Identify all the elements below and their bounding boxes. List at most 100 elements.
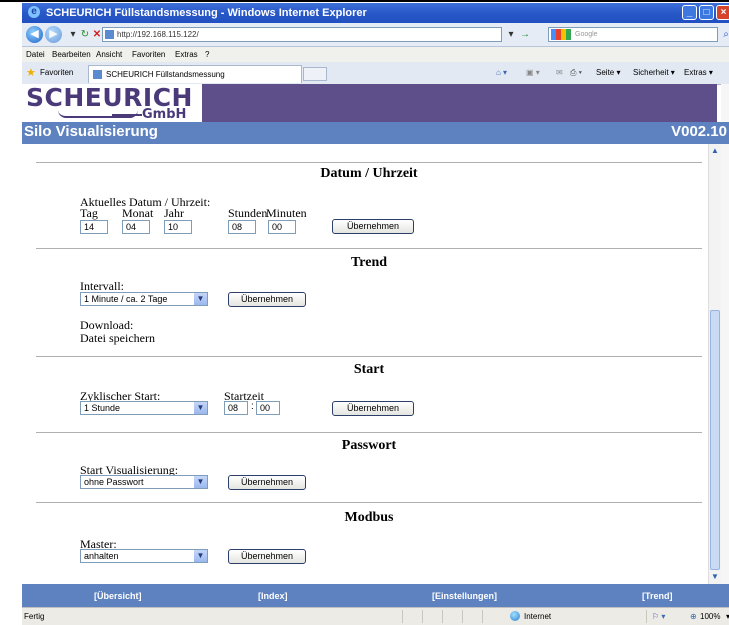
- zoom-icon: ⊕: [690, 612, 697, 621]
- status-separator: [462, 610, 463, 623]
- password-apply-button[interactable]: Übernehmen: [228, 475, 306, 490]
- safety-menu-label: Sicherheit: [633, 68, 669, 77]
- divider: [36, 502, 702, 503]
- status-separator: [482, 610, 483, 623]
- home-icon[interactable]: ⌂ ▾: [496, 68, 507, 77]
- mail-icon[interactable]: ✉: [556, 68, 563, 77]
- modbus-master-select[interactable]: anhalten ▼: [80, 549, 208, 563]
- window-title: SCHEURICH Füllstandsmessung - Windows In…: [46, 7, 367, 19]
- page-menu-label: Seite: [596, 68, 615, 77]
- print-icon[interactable]: ⎙ ▾: [570, 68, 582, 78]
- menu-favoriten[interactable]: Favoriten: [132, 50, 165, 59]
- favorites-button[interactable]: Favoriten: [40, 68, 73, 77]
- menu-bar: Datei Bearbeiten Ansicht Favoriten Extra…: [22, 47, 729, 62]
- address-dropdown-icon[interactable]: ▾: [504, 28, 518, 42]
- safety-menu[interactable]: Sicherheit ▾: [633, 68, 675, 77]
- section-heading-modbus: Modbus: [344, 510, 394, 525]
- download-link[interactable]: Datei speichern: [80, 331, 155, 346]
- section-heading-passwort: Passwort: [341, 438, 397, 453]
- cyclic-start-value: 1 Stunde: [84, 403, 121, 413]
- interval-value: 1 Minute / ca. 2 Tage: [84, 294, 168, 304]
- content-scrollbar[interactable]: ▲ ▼: [708, 144, 721, 584]
- tag-input[interactable]: 14: [80, 220, 108, 234]
- monat-label: Monat: [122, 206, 154, 220]
- company-logo: SCHEURICH GmbH: [22, 83, 202, 122]
- go-icon[interactable]: →: [518, 28, 532, 42]
- chevron-down-icon: ▼: [194, 402, 207, 414]
- zoom-level[interactable]: 100%: [700, 612, 720, 621]
- divider: [36, 162, 702, 163]
- menu-extras[interactable]: Extras: [175, 50, 198, 59]
- globe-icon: [510, 611, 520, 621]
- password-select[interactable]: ohne Passwort ▼: [80, 475, 208, 489]
- ie-logo-icon: e: [28, 6, 40, 18]
- interval-select[interactable]: 1 Minute / ca. 2 Tage ▼: [80, 292, 208, 306]
- top-border: [0, 0, 729, 2]
- status-separator: [422, 610, 423, 623]
- minuten-input[interactable]: 00: [268, 220, 296, 234]
- logo-line: [112, 114, 142, 116]
- footer-link-settings[interactable]: [Einstellungen]: [432, 591, 497, 601]
- search-icon[interactable]: ⌕: [719, 28, 729, 42]
- maximize-button[interactable]: □: [699, 5, 714, 20]
- address-toolbar: ◀ ▶ ▾ ↻ ✕ http://192.168.115.122/ ▾ → Go…: [22, 23, 729, 47]
- close-button[interactable]: ×: [716, 5, 729, 20]
- minimize-button[interactable]: _: [682, 5, 697, 20]
- cyclic-start-select[interactable]: 1 Stunde ▼: [80, 401, 208, 415]
- time-separator: :: [251, 401, 254, 412]
- scroll-down-icon[interactable]: ▼: [709, 572, 721, 582]
- menu-help[interactable]: ?: [205, 50, 209, 59]
- search-input[interactable]: Google: [548, 27, 718, 42]
- status-bar: Fertig Internet ⚐ ▾ ⊕ 100% ▾: [22, 607, 729, 625]
- favorites-star-icon[interactable]: ★: [26, 66, 36, 79]
- new-tab-button[interactable]: [303, 67, 327, 81]
- window-titlebar: e SCHEURICH Füllstandsmessung - Windows …: [22, 3, 729, 23]
- chevron-down-icon: ▼: [194, 293, 207, 305]
- tools-menu[interactable]: Extras ▾: [684, 68, 713, 77]
- favorites-bar: ★ Favoriten SCHEURICH Füllstandsmessung …: [22, 62, 729, 85]
- start-minutes-input[interactable]: 00: [256, 401, 280, 415]
- google-logo-icon: [551, 29, 571, 40]
- status-separator: [402, 610, 403, 623]
- divider: [36, 432, 702, 433]
- trend-apply-button[interactable]: Übernehmen: [228, 292, 306, 307]
- tab-title: SCHEURICH Füllstandsmessung: [106, 70, 225, 79]
- start-hours-input[interactable]: 08: [224, 401, 248, 415]
- footer-link-index[interactable]: [Index]: [258, 591, 288, 601]
- datum-apply-button[interactable]: Übernehmen: [332, 219, 414, 234]
- footer-link-trend[interactable]: [Trend]: [642, 591, 673, 601]
- start-apply-button[interactable]: Übernehmen: [332, 401, 414, 416]
- outer-scrollbar[interactable]: [721, 84, 729, 584]
- page-title-bar: Silo Visualisierung V002.10: [22, 122, 729, 144]
- minuten-label: Minuten: [266, 206, 307, 220]
- page-icon: [105, 30, 114, 39]
- scroll-thumb[interactable]: [710, 310, 720, 570]
- tools-menu-label: Extras: [684, 68, 707, 77]
- search-placeholder: Google: [575, 31, 598, 38]
- modbus-master-value: anhalten: [84, 551, 119, 561]
- footer-nav: [Übersicht] [Index] [Einstellungen] [Tre…: [22, 584, 729, 607]
- protected-mode-icon[interactable]: ⚐ ▾: [652, 612, 665, 621]
- browser-tab[interactable]: SCHEURICH Füllstandsmessung: [88, 65, 302, 83]
- modbus-apply-button[interactable]: Übernehmen: [228, 549, 306, 564]
- jahr-input[interactable]: 10: [164, 220, 192, 234]
- divider: [36, 248, 702, 249]
- back-icon[interactable]: ◀: [26, 26, 43, 43]
- password-value: ohne Passwort: [84, 477, 144, 487]
- address-input[interactable]: http://192.168.115.122/: [102, 27, 502, 42]
- forward-icon[interactable]: ▶: [45, 26, 62, 43]
- menu-ansicht[interactable]: Ansicht: [96, 50, 122, 59]
- scroll-up-icon[interactable]: ▲: [709, 146, 721, 156]
- page-menu[interactable]: Seite ▾: [596, 68, 620, 77]
- footer-link-overview[interactable]: [Übersicht]: [94, 591, 142, 601]
- section-heading-trend: Trend: [350, 255, 388, 270]
- monat-input[interactable]: 04: [122, 220, 150, 234]
- settings-content: Datum / Uhrzeit Aktuelles Datum / Uhrzei…: [22, 144, 708, 584]
- address-value: http://192.168.115.122/: [117, 30, 199, 39]
- chevron-down-icon: ▼: [194, 550, 207, 562]
- divider: [36, 356, 702, 357]
- menu-bearbeiten[interactable]: Bearbeiten: [52, 50, 91, 59]
- feeds-icon[interactable]: ▣ ▾: [526, 68, 540, 77]
- menu-datei[interactable]: Datei: [26, 50, 45, 59]
- stunden-input[interactable]: 08: [228, 220, 256, 234]
